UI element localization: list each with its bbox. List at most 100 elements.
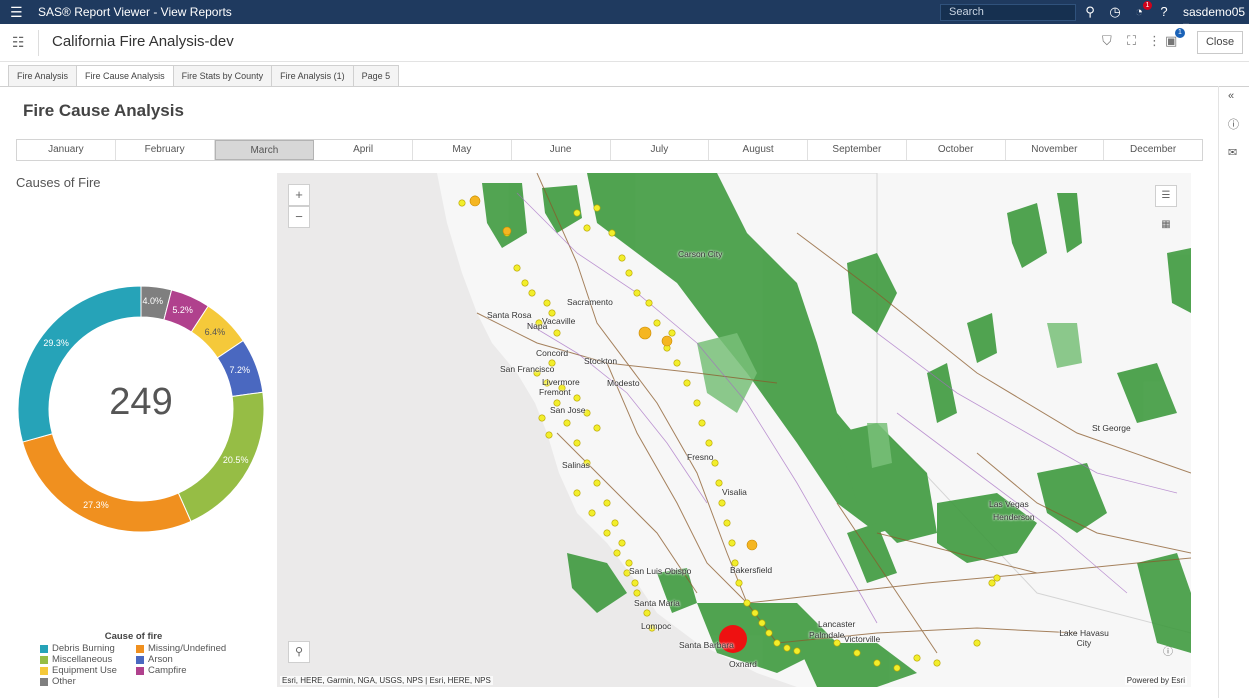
comments-icon[interactable]: ✉ bbox=[1228, 146, 1237, 159]
fire-point[interactable] bbox=[631, 579, 639, 587]
month-button[interactable]: February bbox=[116, 140, 215, 160]
fire-point[interactable] bbox=[743, 599, 751, 607]
fire-point[interactable] bbox=[633, 289, 641, 297]
recent-icon[interactable]: ◷ bbox=[1106, 3, 1124, 21]
fire-map[interactable]: Carson City Santa Rosa Napa Vacaville Sa… bbox=[277, 173, 1191, 687]
fire-point[interactable] bbox=[718, 499, 726, 507]
fire-point-large[interactable] bbox=[502, 226, 512, 236]
fire-point[interactable] bbox=[543, 299, 551, 307]
month-button[interactable]: August bbox=[709, 140, 808, 160]
fire-point[interactable] bbox=[625, 269, 633, 277]
fire-point[interactable] bbox=[735, 579, 743, 587]
fire-point[interactable] bbox=[618, 539, 626, 547]
fire-point[interactable] bbox=[573, 439, 581, 447]
fire-point[interactable] bbox=[668, 329, 676, 337]
fire-point[interactable] bbox=[683, 379, 691, 387]
fire-point[interactable] bbox=[698, 419, 706, 427]
zoom-out-button[interactable]: − bbox=[288, 206, 310, 228]
info-icon[interactable]: ⓘ bbox=[1228, 116, 1239, 132]
fullscreen-icon[interactable]: ⛶ bbox=[1127, 33, 1136, 49]
fire-point[interactable] bbox=[645, 299, 653, 307]
month-button[interactable]: December bbox=[1104, 140, 1202, 160]
menu-icon[interactable]: ☰ bbox=[10, 4, 32, 21]
more-options-icon[interactable]: ⋮ bbox=[1148, 33, 1161, 49]
fire-point[interactable] bbox=[693, 399, 701, 407]
zoom-in-button[interactable]: + bbox=[288, 184, 310, 206]
fire-point[interactable] bbox=[723, 519, 731, 527]
fire-point[interactable] bbox=[873, 659, 881, 667]
collapse-icon[interactable]: « bbox=[1228, 90, 1234, 102]
fire-point[interactable] bbox=[705, 439, 713, 447]
tab-fire-cause-analysis[interactable]: Fire Cause Analysis bbox=[76, 65, 174, 87]
month-button[interactable]: July bbox=[611, 140, 710, 160]
fire-point[interactable] bbox=[913, 654, 921, 662]
month-button[interactable]: May bbox=[413, 140, 512, 160]
help-icon[interactable]: ? bbox=[1155, 3, 1173, 21]
fire-point[interactable] bbox=[603, 529, 611, 537]
legend-item[interactable]: Equipment Use bbox=[40, 665, 136, 676]
fire-point[interactable] bbox=[553, 329, 561, 337]
fire-point[interactable] bbox=[593, 424, 601, 432]
map-search-icon[interactable]: ⚲ bbox=[288, 641, 310, 663]
fire-point[interactable] bbox=[593, 204, 601, 212]
month-button[interactable]: October bbox=[907, 140, 1006, 160]
map-help-icon[interactable]: ⓘ bbox=[1157, 643, 1179, 665]
fire-point[interactable] bbox=[573, 394, 581, 402]
fire-point[interactable] bbox=[588, 509, 596, 517]
tab-fire-stats-by-county[interactable]: Fire Stats by County bbox=[172, 65, 273, 86]
table-of-contents-icon[interactable]: ☷ bbox=[12, 34, 25, 51]
fire-point[interactable] bbox=[608, 229, 616, 237]
fire-point[interactable] bbox=[933, 659, 941, 667]
fire-point[interactable] bbox=[633, 589, 641, 597]
month-button[interactable]: June bbox=[512, 140, 611, 160]
fire-point[interactable] bbox=[758, 619, 766, 627]
legend-item[interactable]: Miscellaneous bbox=[40, 654, 136, 665]
map-legend-icon[interactable]: ☰ bbox=[1155, 185, 1177, 207]
search-input[interactable]: Search bbox=[940, 4, 1076, 21]
fire-point[interactable] bbox=[538, 414, 546, 422]
fire-point-large[interactable] bbox=[746, 539, 758, 551]
fire-point[interactable] bbox=[793, 647, 801, 655]
fire-point[interactable] bbox=[545, 431, 553, 439]
fire-point[interactable] bbox=[765, 629, 773, 637]
fire-point[interactable] bbox=[728, 539, 736, 547]
fire-point[interactable] bbox=[993, 574, 1001, 582]
fire-point[interactable] bbox=[988, 579, 996, 587]
fire-point[interactable] bbox=[603, 499, 611, 507]
tab-page-5[interactable]: Page 5 bbox=[352, 65, 400, 86]
basemap-icon[interactable]: ▦ bbox=[1155, 215, 1177, 237]
fire-point[interactable] bbox=[715, 479, 723, 487]
legend-item[interactable]: Debris Burning bbox=[40, 643, 136, 654]
donut-slice-missing-undefined[interactable] bbox=[21, 433, 192, 533]
search-icon[interactable]: ⚲ bbox=[1081, 3, 1099, 21]
fire-point-large[interactable] bbox=[661, 335, 673, 347]
fire-point[interactable] bbox=[593, 479, 601, 487]
fire-point[interactable] bbox=[521, 279, 529, 287]
filter-icon[interactable]: ⛉ bbox=[1102, 33, 1112, 49]
close-button[interactable]: Close bbox=[1197, 31, 1243, 54]
fire-point[interactable] bbox=[643, 609, 651, 617]
fire-point[interactable] bbox=[853, 649, 861, 657]
fire-point[interactable] bbox=[618, 254, 626, 262]
legend-item[interactable]: Missing/Undefined bbox=[136, 643, 246, 654]
fire-point-large[interactable] bbox=[638, 326, 652, 340]
fire-point[interactable] bbox=[611, 519, 619, 527]
fire-point[interactable] bbox=[563, 419, 571, 427]
legend-item[interactable]: Other bbox=[40, 676, 136, 687]
fire-point[interactable] bbox=[833, 639, 841, 647]
fire-point[interactable] bbox=[613, 549, 621, 557]
fire-point[interactable] bbox=[583, 224, 591, 232]
fire-point[interactable] bbox=[653, 319, 661, 327]
fire-point[interactable] bbox=[458, 199, 466, 207]
month-button[interactable]: January bbox=[17, 140, 116, 160]
notifications-icon[interactable]: ◔ 1 bbox=[1130, 1, 1152, 21]
legend-item[interactable]: Arson bbox=[136, 654, 246, 665]
tab-fire-analysis[interactable]: Fire Analysis bbox=[8, 65, 78, 86]
fire-point-large[interactable] bbox=[469, 195, 481, 207]
month-button-selected[interactable]: March bbox=[214, 140, 315, 160]
fire-point[interactable] bbox=[573, 489, 581, 497]
fire-point[interactable] bbox=[513, 264, 521, 272]
month-button[interactable]: November bbox=[1006, 140, 1105, 160]
fire-point[interactable] bbox=[773, 639, 781, 647]
fire-point[interactable] bbox=[528, 289, 536, 297]
